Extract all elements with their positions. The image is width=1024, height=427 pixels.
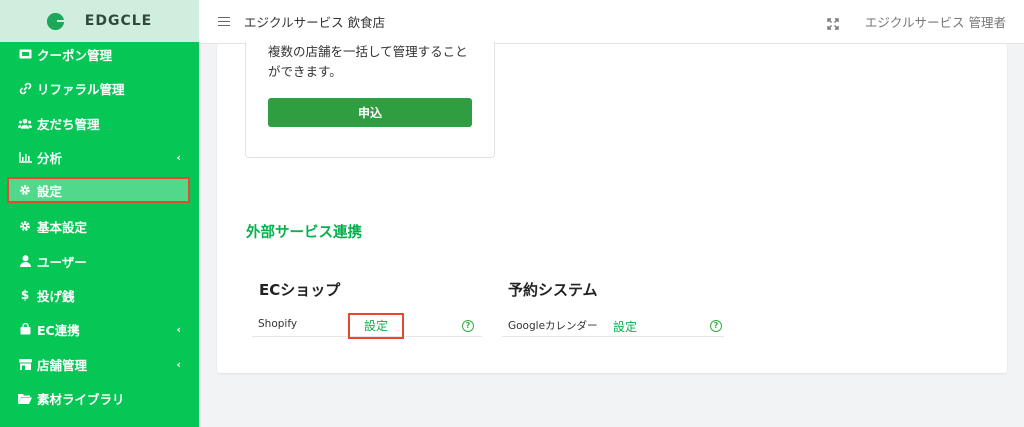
fullscreen-icon[interactable]	[827, 15, 839, 30]
chevron-left-icon: ‹	[176, 150, 181, 164]
sidebar-item-basic-settings[interactable]: 基本設定	[0, 211, 199, 241]
main-content-card: 複数の店舗を一括して管理することができます。 申込 外部サービス連携 ECショッ…	[217, 42, 1007, 373]
service-name: Shopify	[258, 318, 298, 330]
folder-open-icon	[18, 391, 32, 405]
external-services-title: 外部サービス連携	[246, 225, 362, 241]
brand-logo[interactable]: EDGCLE	[0, 0, 199, 42]
store-icon	[18, 357, 32, 371]
sidebar-item-settings[interactable]: 設定	[7, 177, 190, 203]
gear-icon	[18, 183, 32, 197]
sidebar-item-label: 分析	[37, 150, 63, 166]
logo-mark-icon	[46, 11, 81, 31]
multi-store-promo-card: 複数の店舗を一括して管理することができます。 申込	[245, 42, 495, 158]
sidebar-item-coupon[interactable]: クーポン管理	[0, 39, 199, 69]
ec-shop-heading: ECショップ	[259, 281, 341, 299]
google-calendar-row: Googleカレンダー 設定 ?	[502, 314, 724, 337]
dollar-icon: $	[20, 288, 30, 302]
sidebar-item-users[interactable]: ユーザー	[0, 246, 199, 276]
sidebar-item-label: 設定	[37, 183, 63, 199]
sidebar-item-label: 投げ銭	[37, 288, 75, 304]
sidebar-item-friends[interactable]: 友だち管理	[0, 108, 199, 138]
sidebar-item-label: 友だち管理	[37, 116, 100, 132]
promo-description: 複数の店舗を一括して管理することができます。	[268, 44, 468, 79]
sidebar-item-tipping[interactable]: $ 投げ銭	[0, 280, 199, 310]
sidebar: EDGCLE クーポン管理 リファラル管理 友だち管理 分析 ‹ 設定 基本設定…	[0, 0, 199, 427]
sidebar-item-media-library[interactable]: 素材ライブラリ	[0, 383, 199, 413]
sidebar-item-analytics[interactable]: 分析 ‹	[0, 142, 199, 172]
sidebar-item-label: EC連携	[37, 322, 80, 338]
service-name: Googleカレンダー	[508, 320, 598, 332]
top-header: エジクルサービス 飲食店 エジクルサービス 管理者	[199, 0, 1024, 44]
ticket-icon	[18, 47, 32, 61]
help-circle-icon[interactable]: ?	[462, 320, 474, 332]
user-icon	[18, 254, 32, 268]
app-root: EDGCLE クーポン管理 リファラル管理 友だち管理 分析 ‹ 設定 基本設定…	[0, 0, 1024, 427]
apply-button[interactable]: 申込	[268, 98, 472, 127]
shopping-bag-icon	[18, 322, 32, 336]
sidebar-item-label: ユーザー	[37, 254, 87, 270]
hamburger-menu-icon[interactable]	[218, 16, 230, 27]
sidebar-item-label: 基本設定	[37, 219, 88, 235]
chevron-left-icon: ‹	[176, 357, 181, 371]
google-calendar-settings-link[interactable]: 設定	[613, 318, 637, 335]
sidebar-item-label: リファラル管理	[37, 81, 125, 97]
shopify-row: Shopify 設定 ?	[252, 313, 482, 339]
chevron-left-icon: ‹	[176, 322, 181, 336]
admin-user-menu[interactable]: エジクルサービス 管理者	[865, 12, 1006, 31]
shopify-settings-link[interactable]: 設定	[348, 313, 405, 339]
reservation-system-heading: 予約システム	[508, 281, 598, 299]
sidebar-item-label: 店舗管理	[37, 357, 88, 373]
sidebar-item-stores[interactable]: 店舗管理 ‹	[0, 349, 199, 379]
sidebar-item-label: クーポン管理	[37, 47, 113, 63]
help-circle-icon[interactable]: ?	[710, 320, 722, 332]
sidebar-item-ec[interactable]: EC連携 ‹	[0, 314, 199, 344]
sidebar-item-referral[interactable]: リファラル管理	[0, 73, 199, 103]
link-icon	[18, 81, 32, 95]
chart-icon	[18, 150, 32, 164]
users-icon	[18, 116, 32, 130]
brand-name: EDGCLE	[84, 13, 153, 29]
shop-title: エジクルサービス 飲食店	[244, 15, 386, 30]
sidebar-item-label: 素材ライブラリ	[37, 391, 125, 407]
gear-icon	[18, 219, 32, 233]
